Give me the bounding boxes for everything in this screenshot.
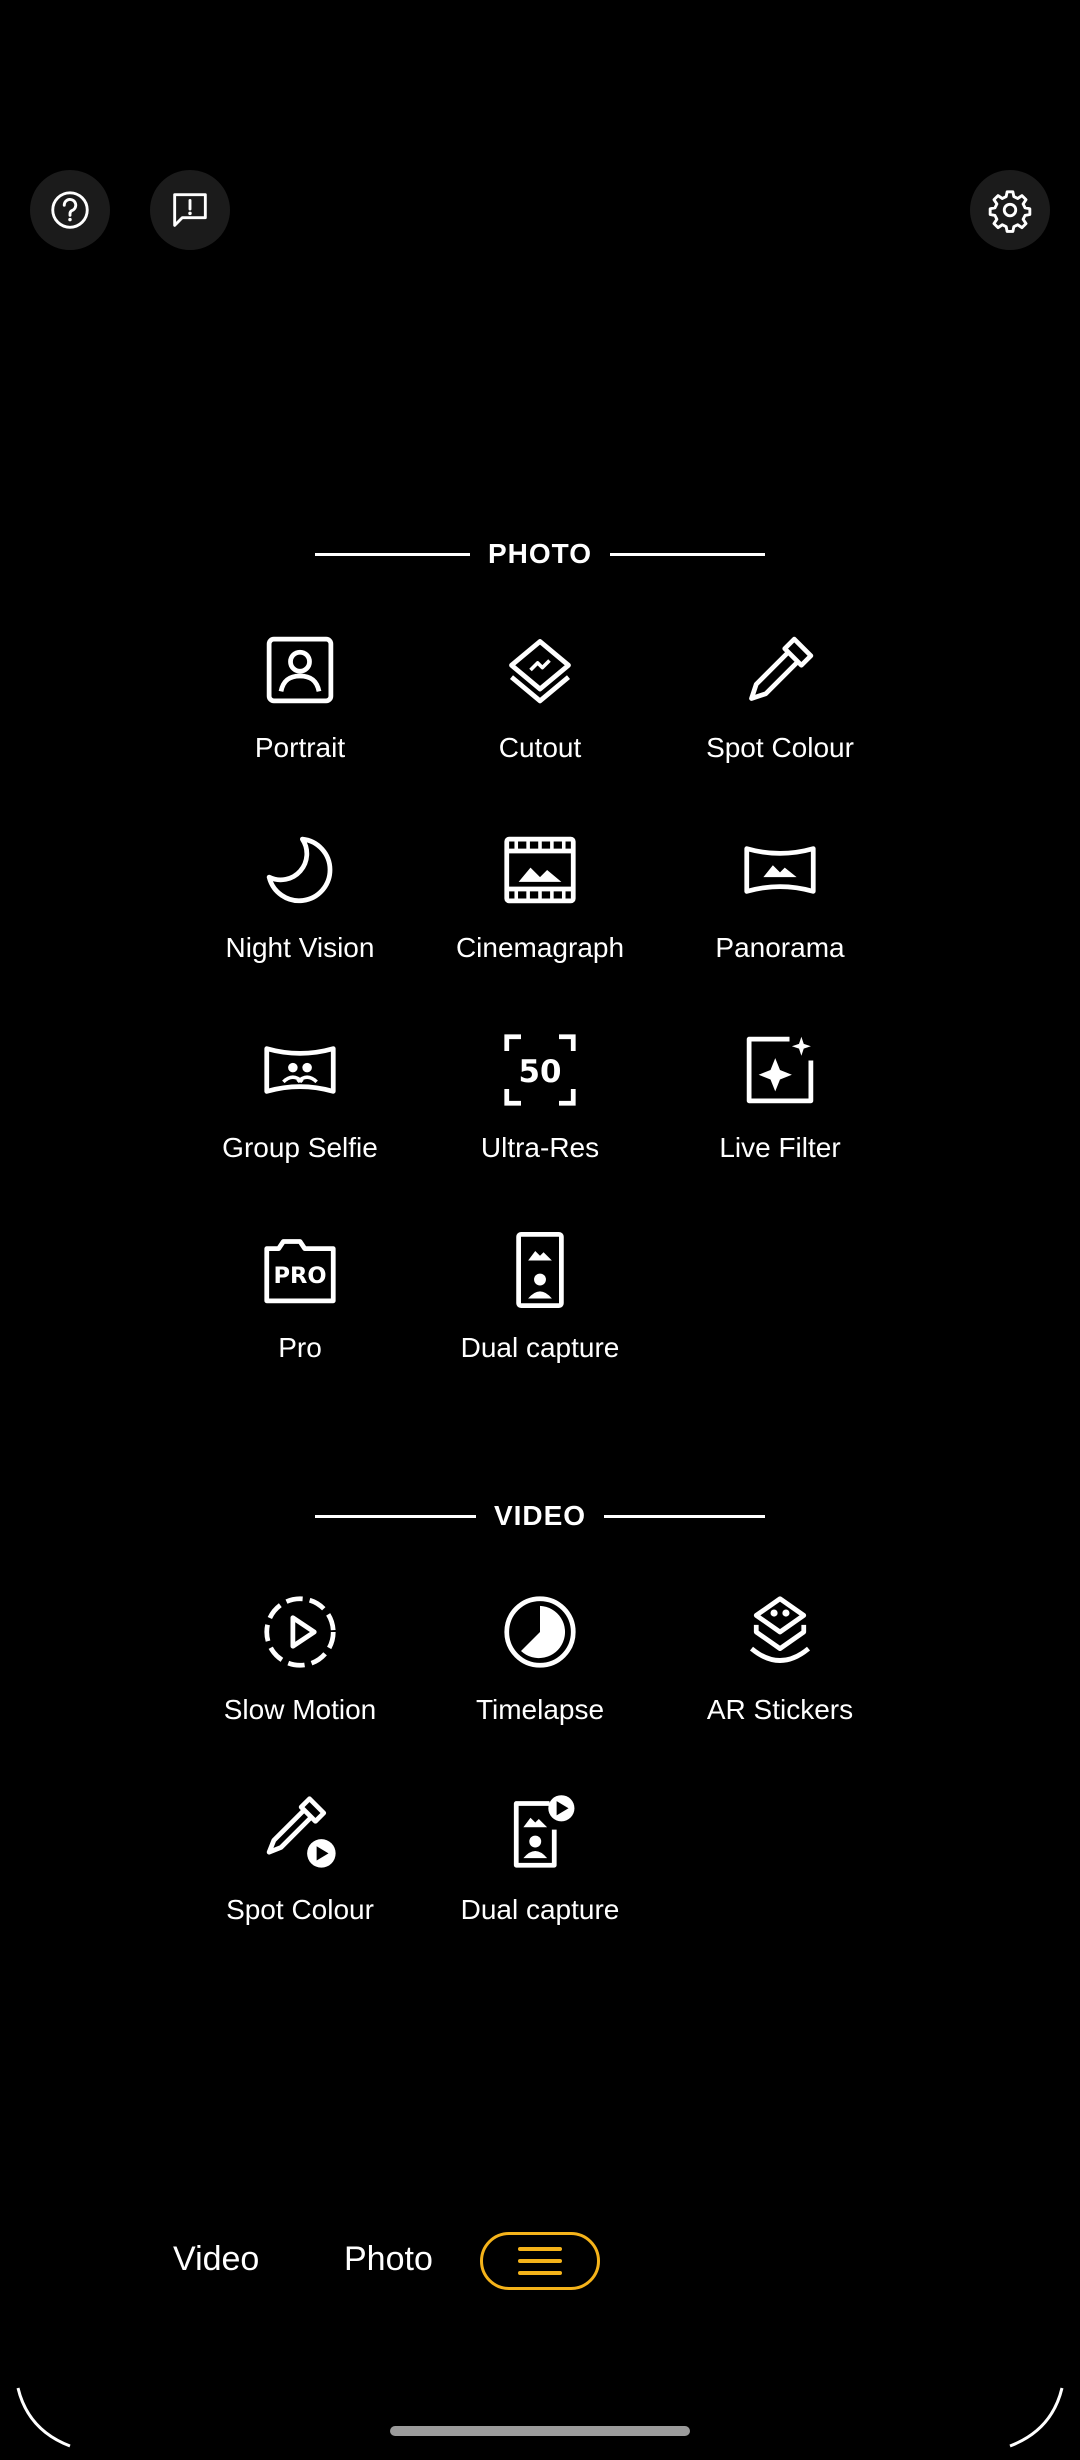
section-title: VIDEO	[493, 1500, 587, 1531]
moon-icon	[266, 836, 333, 904]
mode-label: Portrait	[254, 732, 346, 763]
svg-text:PRO: PRO	[273, 1263, 326, 1289]
cutout-icon	[509, 639, 571, 704]
video-section-header: VIDEO	[315, 1496, 766, 1536]
camera-modes-screen: PHOTO Portrait Cutout Spot Colour Night …	[0, 0, 1080, 2460]
help-button[interactable]	[30, 170, 110, 250]
mode-label: Spot Colour	[706, 732, 854, 763]
ultra-res-50-icon: 50	[504, 1034, 576, 1106]
portrait-icon	[266, 636, 334, 704]
panorama-icon	[744, 846, 816, 894]
divider	[315, 552, 470, 556]
group-selfie-icon	[264, 1046, 336, 1094]
ar-stickers-icon	[749, 1596, 811, 1663]
home-indicator[interactable]	[390, 2426, 690, 2436]
mode-label: Pro	[278, 1332, 322, 1363]
feedback-button[interactable]	[150, 170, 230, 250]
mode-ultra-res[interactable]: 50 Ultra-Res	[420, 1000, 660, 1200]
mode-dual-capture-video[interactable]: Dual capture	[420, 1762, 660, 1962]
divider	[610, 552, 765, 556]
mode-label: Cinemagraph	[455, 932, 625, 963]
mode-pro[interactable]: PRO Pro	[180, 1200, 420, 1400]
mode-label: Panorama	[715, 932, 845, 963]
section-title: PHOTO	[487, 538, 593, 569]
mode-slow-motion[interactable]: Slow Motion	[180, 1562, 420, 1762]
dual-capture-play-icon	[513, 1795, 575, 1868]
dropper-icon	[749, 636, 814, 701]
mode-label: Spot Colour	[226, 1894, 374, 1925]
pro-camera-icon: PRO	[264, 1239, 336, 1304]
corner-arc-right-icon	[1009, 2387, 1064, 2448]
mode-cutout[interactable]: Cutout	[420, 600, 660, 800]
mode-label: Group Selfie	[222, 1132, 378, 1163]
photo-mode-grid: Portrait Cutout Spot Colour Night Vision	[180, 600, 900, 1400]
divider	[315, 1514, 476, 1518]
mode-night-vision[interactable]: Night Vision	[180, 800, 420, 1000]
tab-video[interactable]: Video	[173, 2240, 259, 2279]
film-frame-icon	[504, 836, 576, 904]
settings-button[interactable]	[970, 170, 1050, 250]
feedback-icon	[173, 193, 207, 227]
mode-label: Cutout	[498, 732, 582, 763]
timelapse-icon	[504, 1596, 576, 1668]
divider	[604, 1514, 766, 1518]
mode-ar-stickers[interactable]: AR Stickers	[660, 1562, 900, 1762]
dropper-play-icon	[266, 1796, 336, 1868]
mode-label: AR Stickers	[706, 1694, 854, 1725]
photo-section-header: PHOTO	[315, 534, 765, 574]
svg-text:50: 50	[519, 1054, 562, 1090]
mode-label: Live Filter	[719, 1132, 841, 1163]
corner-arc-left-icon	[16, 2387, 71, 2448]
slow-motion-icon	[264, 1596, 336, 1668]
mode-spot-colour[interactable]: Spot Colour	[660, 600, 900, 800]
gear-icon	[988, 190, 1032, 233]
mode-group-selfie[interactable]: Group Selfie	[180, 1000, 420, 1200]
mode-label: Timelapse	[475, 1694, 605, 1725]
mode-cinemagraph[interactable]: Cinemagraph	[420, 800, 660, 1000]
mode-spot-colour-video[interactable]: Spot Colour	[180, 1762, 420, 1962]
sparkle-frame-icon	[746, 1036, 814, 1104]
mode-label: Dual capture	[460, 1894, 620, 1925]
tab-more-modes[interactable]	[480, 2232, 600, 2290]
video-mode-grid: Slow Motion Timelapse AR Stickers Spot C…	[180, 1562, 900, 1962]
mode-label: Dual capture	[460, 1332, 620, 1363]
mode-label: Ultra-Res	[480, 1132, 600, 1163]
mode-live-filter[interactable]: Live Filter	[660, 1000, 900, 1200]
help-circle-icon	[51, 191, 89, 229]
mode-dual-capture[interactable]: Dual capture	[420, 1200, 660, 1400]
mode-portrait[interactable]: Portrait	[180, 600, 420, 800]
hamburger-menu-icon	[518, 2247, 562, 2275]
mode-label: Night Vision	[225, 932, 375, 963]
dual-capture-icon	[516, 1232, 564, 1308]
mode-timelapse[interactable]: Timelapse	[420, 1562, 660, 1762]
tab-photo[interactable]: Photo	[344, 2240, 433, 2279]
mode-panorama[interactable]: Panorama	[660, 800, 900, 1000]
mode-label: Slow Motion	[223, 1694, 377, 1725]
